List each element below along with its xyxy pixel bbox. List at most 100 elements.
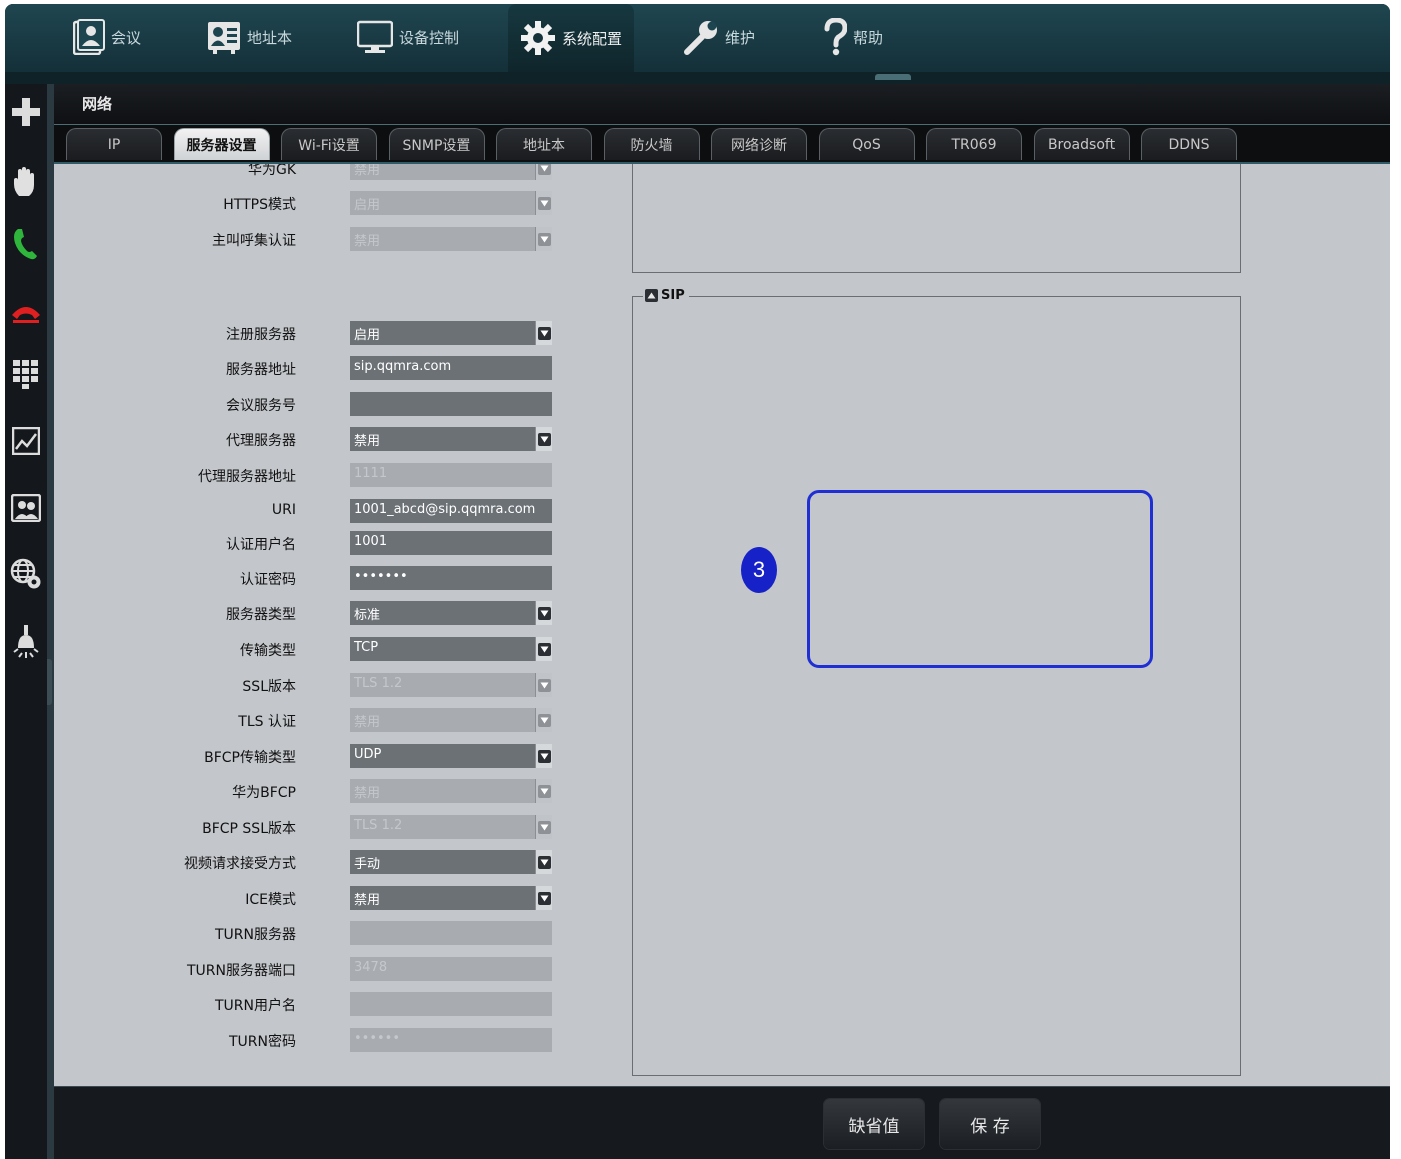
tab-1[interactable]: 服务器设置 xyxy=(173,128,270,160)
left-toolbar xyxy=(5,84,47,1159)
form-row: TURN密码 •••••• xyxy=(54,1028,634,1052)
plus-icon[interactable] xyxy=(8,94,44,130)
form-row: 华为BFCP 禁用 xyxy=(54,779,634,803)
dropdown-arrow-button xyxy=(535,708,552,732)
camera-icon[interactable] xyxy=(8,490,44,526)
dropdown-arrow-button[interactable] xyxy=(535,427,552,451)
tab-7[interactable]: QoS xyxy=(818,128,915,160)
default-button[interactable]: 缺省值 xyxy=(824,1099,924,1149)
dropdown-arrow-button[interactable] xyxy=(535,601,552,625)
step-badge: 3 xyxy=(741,547,777,593)
form-row: HTTPS模式 启用 xyxy=(54,191,634,215)
lamp-icon[interactable] xyxy=(8,624,44,660)
select-field[interactable]: 禁用 xyxy=(350,886,552,910)
select-field[interactable]: 标准 xyxy=(350,601,552,625)
help-icon xyxy=(823,18,847,56)
field-label: 注册服务器 xyxy=(226,327,296,343)
field-label: 华为GK xyxy=(247,164,296,178)
nav-system-config[interactable]: 系统配置 xyxy=(508,4,635,72)
collapse-icon[interactable] xyxy=(645,289,658,302)
field-value: 禁用 xyxy=(354,434,381,449)
tab-9[interactable]: Broadsoft xyxy=(1033,128,1130,160)
dropdown-arrow-button[interactable] xyxy=(535,744,552,768)
nav-address-book[interactable]: 地址本 xyxy=(207,12,292,62)
chevron-down-icon xyxy=(537,432,551,446)
text-field[interactable]: 1001 xyxy=(350,531,552,555)
field-value: •••••• xyxy=(354,1031,401,1046)
tab-8[interactable]: TR069 xyxy=(926,128,1022,160)
field-value: 3478 xyxy=(354,960,388,975)
field-value: 禁用 xyxy=(354,893,381,908)
text-field[interactable] xyxy=(350,392,552,416)
field-label: TURN密码 xyxy=(229,1034,296,1050)
field-value: sip.qqmra.com xyxy=(354,359,452,374)
dialpad-icon[interactable] xyxy=(8,356,44,392)
tab-5[interactable]: 防火墙 xyxy=(603,128,700,160)
select-field[interactable]: TCP xyxy=(350,637,552,661)
phone-hangup-icon[interactable] xyxy=(8,294,44,330)
tab-2[interactable]: Wi-Fi设置 xyxy=(281,128,377,160)
collapse-handle[interactable] xyxy=(875,74,911,80)
select-field[interactable]: UDP xyxy=(350,744,552,768)
dropdown-arrow-button[interactable] xyxy=(535,850,552,874)
sip-legend[interactable]: SIP xyxy=(643,288,689,303)
form-row: 主叫呼集认证 禁用 xyxy=(54,227,634,251)
chevron-down-icon xyxy=(537,855,551,869)
nav-label: 维护 xyxy=(725,28,756,47)
nav-label: 帮助 xyxy=(853,28,884,47)
field-value: TLS 1.2 xyxy=(354,676,403,691)
tab-6[interactable]: 网络诊断 xyxy=(711,128,807,160)
text-field: •••••• xyxy=(350,1028,552,1052)
nav-label: 系统配置 xyxy=(562,29,623,48)
tab-3[interactable]: SNMP设置 xyxy=(388,128,485,160)
footer-bar: 缺省值 保 存 xyxy=(54,1086,1390,1159)
globe-gear-icon[interactable] xyxy=(8,556,44,592)
nav-meeting[interactable]: 会议 xyxy=(73,12,141,62)
tab-10[interactable]: DDNS xyxy=(1141,128,1237,160)
text-field[interactable]: sip.qqmra.com xyxy=(350,356,552,380)
chevron-down-icon xyxy=(537,164,551,175)
save-button[interactable]: 保 存 xyxy=(940,1099,1040,1149)
dropdown-arrow-button xyxy=(535,164,552,180)
form-row: URI 1001_abcd@sip.qqmra.com xyxy=(54,499,634,523)
form-row: 会议服务号 xyxy=(54,392,634,416)
section-header: 网络 xyxy=(54,84,1390,125)
chevron-down-icon xyxy=(537,678,551,692)
select-field[interactable]: 禁用 xyxy=(350,427,552,451)
phone-answer-icon[interactable] xyxy=(8,226,44,262)
tab-0[interactable]: IP xyxy=(66,128,162,160)
chevron-down-icon xyxy=(537,642,551,656)
form-row: 注册服务器 启用 xyxy=(54,321,634,345)
dropdown-arrow-button[interactable] xyxy=(535,321,552,345)
tab-4[interactable]: 地址本 xyxy=(496,128,592,160)
field-label: TURN服务器 xyxy=(215,927,296,943)
text-field[interactable]: 1001_abcd@sip.qqmra.com xyxy=(350,499,552,523)
form-row: BFCP SSL版本 TLS 1.2 xyxy=(54,815,634,839)
field-label: 视频请求接受方式 xyxy=(184,856,296,872)
select-field: 禁用 xyxy=(350,227,552,251)
field-label: 主叫呼集认证 xyxy=(212,233,296,249)
hand-icon[interactable] xyxy=(8,164,44,200)
nav-maintenance[interactable]: 维护 xyxy=(683,12,755,62)
dropdown-arrow-button[interactable] xyxy=(535,637,552,661)
field-value: TCP xyxy=(354,640,379,655)
field-label: 传输类型 xyxy=(240,643,296,659)
select-field[interactable]: 手动 xyxy=(350,850,552,874)
field-value: 禁用 xyxy=(354,164,381,178)
dropdown-arrow-button[interactable] xyxy=(535,886,552,910)
field-value: 手动 xyxy=(354,857,381,872)
nav-device-control[interactable]: 设备控制 xyxy=(357,12,459,62)
text-field xyxy=(350,992,552,1016)
gear-icon xyxy=(520,20,556,56)
nav-label: 会议 xyxy=(111,28,142,47)
text-field[interactable]: ••••••• xyxy=(350,566,552,590)
sidebar-resize-handle[interactable] xyxy=(47,659,52,705)
form-row: TURN服务器 xyxy=(54,921,634,945)
field-value: 禁用 xyxy=(354,234,381,249)
select-field[interactable]: 启用 xyxy=(350,321,552,345)
chart-icon[interactable] xyxy=(8,423,44,459)
nav-help[interactable]: 帮助 xyxy=(823,12,883,62)
chevron-down-icon xyxy=(537,196,551,210)
nav-label: 设备控制 xyxy=(399,28,460,47)
form-row: BFCP传输类型 UDP xyxy=(54,744,634,768)
